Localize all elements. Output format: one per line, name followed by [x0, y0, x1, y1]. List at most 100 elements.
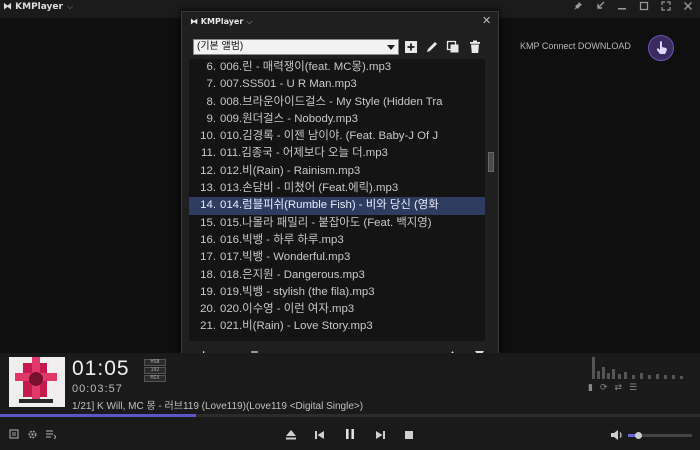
control-panel: 01:05 HSB 192 MIX 00:03:57 1/21] K Will,… — [0, 353, 700, 450]
playlist-item[interactable]: 16. 016.빅뱅 - 하루 하루.mp3 — [189, 232, 485, 249]
eject-icon[interactable] — [282, 426, 300, 444]
playlist-item-number: 7. — [206, 78, 217, 91]
volume-slider[interactable] — [628, 432, 692, 439]
playlist-item-number: 20. — [200, 303, 216, 316]
extra-controls[interactable]: ▮⟳⇄☰ — [588, 383, 644, 393]
playlist-item-title: 008.브라운아이드걸스 - My Style (Hidden Tra — [220, 95, 443, 108]
trash-icon[interactable] — [468, 40, 482, 54]
minimize-icon[interactable] — [612, 1, 632, 17]
playlist-item[interactable]: 17. 017.빅뱅 - Wonderful.mp3 — [189, 249, 485, 266]
speaker-icon[interactable] — [608, 426, 626, 444]
menu-icon[interactable] — [9, 429, 19, 439]
playlist-title-label: KMPlayer — [200, 17, 244, 26]
playlist-item-number: 10. — [200, 130, 216, 143]
dropdown-arrow-icon — [387, 45, 395, 50]
mini-mode-icon[interactable] — [590, 1, 610, 17]
playlist-item[interactable]: 21. 021.비(Rain) - Love Story.mp3 — [189, 318, 485, 335]
playlist-item[interactable]: 13. 013.손담비 - 미쳤어 (Feat.에릭).mp3 — [189, 180, 485, 197]
playlist-item-title: 010.김경록 - 이젠 남이야. (Feat. Baby-J Of J — [220, 130, 439, 143]
playlist-item[interactable]: 8. 008.브라운아이드걸스 - My Style (Hidden Tra — [189, 94, 485, 111]
playlist-item-number: 16. — [200, 233, 216, 246]
playlist-item-number: 12. — [200, 164, 216, 177]
list-icon[interactable] — [46, 429, 56, 439]
playlist-item-title: 012.비(Rain) - Rainism.mp3 — [220, 164, 361, 177]
playlist-item-title: 018.은지원 - Dangerous.mp3 — [220, 268, 365, 281]
elapsed-time: 01:05 — [72, 357, 130, 380]
pin-icon[interactable] — [568, 1, 588, 17]
playlist-close-icon[interactable]: ✕ — [482, 14, 491, 27]
maximize-icon[interactable] — [634, 1, 654, 17]
seek-bar-fill — [0, 414, 196, 417]
playlist-item-number: 6. — [206, 61, 217, 73]
playlist-item-title: 019.빅뱅 - stylish (the fila).mp3 — [220, 285, 375, 298]
playlist-item-number: 13. — [200, 182, 216, 195]
total-time: 00:03:57 — [72, 383, 123, 395]
playlist-item[interactable]: 11. 011.김종국 - 어제보다 오늘 더.mp3 — [189, 145, 485, 162]
playlist-item-title: 020.이수영 - 이런 여자.mp3 — [220, 303, 355, 316]
playlist-item-title: 017.빅뱅 - Wonderful.mp3 — [220, 251, 351, 264]
playlist-item[interactable]: 15. 015.나몰라 패밀리 - 붙잡아도 (Feat. 백지영) — [189, 215, 485, 232]
playlist-item[interactable]: 19. 019.빅뱅 - stylish (the fila).mp3 — [189, 284, 485, 301]
playlist-item[interactable]: 7. 007.SS501 - U R Man.mp3 — [189, 76, 485, 93]
playlist-item[interactable]: 9. 009.원더걸스 - Nobody.mp3 — [189, 111, 485, 128]
playlist-item-title: 013.손담비 - 미쳤어 (Feat.에릭).mp3 — [220, 182, 399, 195]
copy-icon[interactable] — [446, 40, 460, 54]
equalizer-icon[interactable]: ▮ — [588, 383, 600, 393]
playlist-item[interactable]: 6. 006.린 - 매력쟁이(feat. MC몽).mp3 — [189, 59, 485, 76]
gear-icon[interactable] — [27, 429, 38, 440]
add-icon[interactable] — [404, 40, 418, 54]
shuffle-icon[interactable]: ⇄ — [615, 383, 630, 393]
playlist-title[interactable]: ⧓ KMPlayer ⌵ — [190, 17, 252, 27]
format-badges: HSB 192 MIX — [144, 359, 166, 383]
playlist-item-title: 021.비(Rain) - Love Story.mp3 — [220, 320, 373, 333]
fullscreen-icon[interactable] — [656, 1, 676, 17]
playlist-item-number: 9. — [206, 112, 217, 125]
playlist-item[interactable]: 18. 018.은지원 - Dangerous.mp3 — [189, 267, 485, 284]
playlist-item-title: 011.김종국 - 어제보다 오늘 더.mp3 — [220, 147, 388, 160]
app-logo-icon: ⧓ — [3, 2, 12, 12]
playlist-list[interactable]: 6. 006.린 - 매력쟁이(feat. MC몽).mp3 7. 007.SS501… — [189, 59, 485, 341]
playlist-item[interactable]: 12. 012.비(Rain) - Rainism.mp3 — [189, 163, 485, 180]
app-logo-icon: ⧓ — [190, 17, 198, 26]
next-icon[interactable] — [371, 426, 389, 444]
format-badge: 192 — [144, 367, 166, 374]
app-title[interactable]: ⧓ KMPlayer ⌵ — [3, 2, 73, 12]
playlist-panel: ⧓ KMPlayer ⌵ ✕ (기본 앨범) 6. 006.린 - 매력쟁이(fea… — [181, 11, 499, 366]
album-select-value: (기본 앨범) — [197, 41, 244, 52]
repeat-icon[interactable]: ⟳ — [600, 383, 615, 393]
chevron-down-icon: ⌵ — [66, 2, 74, 11]
album-select[interactable]: (기본 앨범) — [193, 39, 399, 55]
stop-icon[interactable] — [400, 426, 418, 444]
playlist-icon[interactable]: ☰ — [629, 383, 644, 393]
album-art — [9, 357, 65, 407]
pause-icon[interactable] — [341, 425, 359, 443]
playlist-item[interactable]: 14. 014.럼블피쉬(Rumble Fish) - 비와 당신 (영화 — [189, 197, 485, 215]
playlist-item[interactable]: 20. 020.이수영 - 이런 여자.mp3 — [189, 301, 485, 318]
playlist-item-title: 014.럼블피쉬(Rumble Fish) - 비와 당신 (영화 — [220, 199, 439, 212]
playlist-item-number: 11. — [201, 147, 216, 160]
playlist-item-title: 006.린 - 매력쟁이(feat. MC몽).mp3 — [220, 61, 392, 73]
playlist-item-number: 14. — [200, 199, 216, 212]
playlist-item-number: 19. — [200, 285, 216, 298]
kmp-connect-label[interactable]: KMP Connect DOWNLOAD — [520, 41, 631, 51]
volume-slider-knob[interactable] — [635, 432, 643, 439]
spectrum-icon — [590, 355, 690, 379]
kmp-connect-button[interactable] — [648, 35, 674, 61]
chevron-down-icon: ⌵ — [246, 17, 253, 26]
close-icon[interactable] — [678, 1, 698, 17]
edit-pencil-icon[interactable] — [425, 40, 439, 54]
hand-pointer-icon — [656, 41, 667, 54]
app-title-label: KMPlayer — [15, 2, 63, 12]
playlist-item-number: 21. — [200, 320, 216, 333]
playlist-item-title: 009.원더걸스 - Nobody.mp3 — [220, 112, 358, 125]
playlist-scrollbar-thumb[interactable] — [488, 152, 494, 172]
playlist-item-number: 15. — [200, 216, 216, 229]
previous-icon[interactable] — [311, 426, 329, 444]
format-badge: HSB — [144, 359, 166, 366]
playlist-item[interactable]: 10. 010.김경록 - 이젠 남이야. (Feat. Baby-J Of J — [189, 128, 485, 145]
seek-bar[interactable] — [0, 414, 700, 417]
playlist-item-number: 18. — [200, 268, 216, 281]
playlist-item-title: 016.빅뱅 - 하루 하루.mp3 — [220, 233, 344, 246]
now-playing-text: 1/21] K Will, MC 몽 - 러브119 (Love119)(Lov… — [72, 401, 364, 412]
playlist-item-number: 8. — [206, 95, 217, 108]
